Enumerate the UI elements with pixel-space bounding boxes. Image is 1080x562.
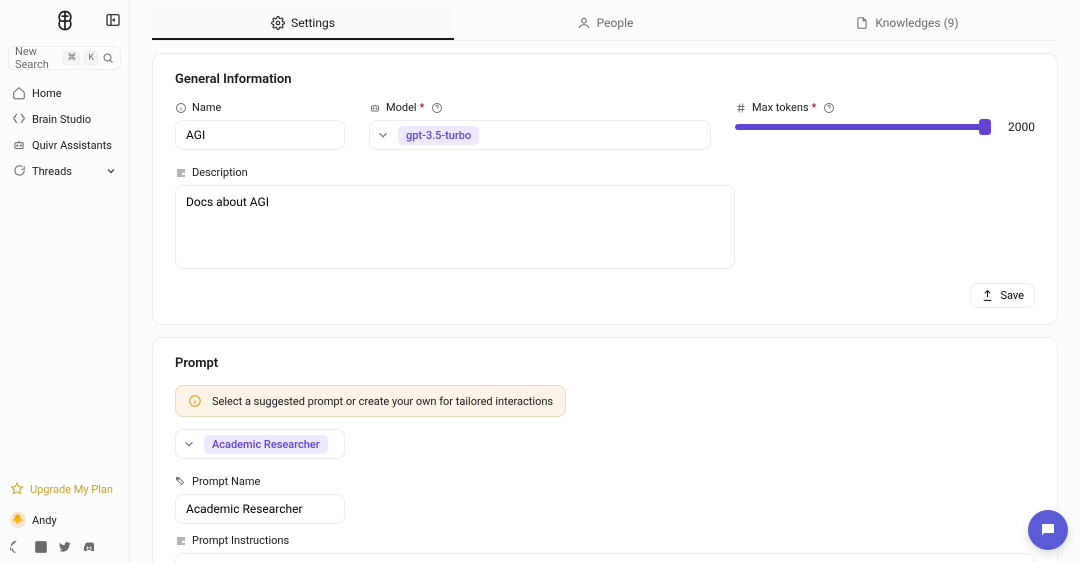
- model-field: Model * gpt-3.5-turbo: [369, 101, 711, 150]
- section-title: Prompt: [175, 356, 1035, 371]
- prompt-instructions-input[interactable]: [175, 553, 1035, 562]
- chat-icon: [12, 164, 26, 178]
- chevron-down-icon: [182, 437, 196, 451]
- user-row[interactable]: 🐥 Andy: [0, 504, 129, 536]
- max-tokens-value: 2000: [995, 120, 1035, 134]
- search-input[interactable]: New Search ⌘ K: [8, 46, 121, 70]
- sidebar-item-label: Brain Studio: [32, 113, 91, 126]
- name-label: Name: [192, 101, 221, 114]
- sidebar-item-quivr-assistants[interactable]: Quivr Assistants: [6, 132, 123, 158]
- name-field: Name: [175, 101, 345, 150]
- description-label: Description: [192, 166, 248, 179]
- sidebar-item-label: Home: [32, 87, 62, 100]
- twitter-link[interactable]: [58, 540, 72, 554]
- upload-icon: [981, 289, 994, 302]
- hash-icon: [735, 102, 747, 114]
- model-select[interactable]: gpt-3.5-turbo: [369, 120, 711, 150]
- github-link[interactable]: [10, 540, 24, 554]
- prompt-template-chip: Academic Researcher: [204, 435, 328, 454]
- tab-knowledges[interactable]: Knowledges (9): [756, 8, 1058, 40]
- sidebar-item-label: Threads: [32, 165, 72, 178]
- robot-icon: [12, 138, 26, 152]
- description-field: Description: [175, 166, 735, 273]
- discord-icon: [82, 540, 96, 554]
- prompt-card: Prompt Select a suggested prompt or crea…: [152, 337, 1058, 562]
- gear-icon: [271, 16, 285, 30]
- tab-label: Knowledges (9): [875, 16, 958, 30]
- shortcut-mod: ⌘: [63, 51, 80, 65]
- chevron-down-icon: [105, 165, 117, 177]
- sidebar-item-brain-studio[interactable]: Brain Studio: [6, 106, 123, 132]
- linkedin-link[interactable]: [34, 540, 48, 554]
- linkedin-icon: [34, 540, 48, 554]
- brain-logo-icon: [51, 8, 79, 36]
- sidebar-item-threads[interactable]: Threads: [6, 158, 123, 184]
- chevron-down-icon: [376, 128, 390, 142]
- sidebar: New Search ⌘ K Home Brain Studio Quivr A…: [0, 0, 130, 562]
- general-information-card: General Information Name Model *: [152, 53, 1058, 325]
- search-icon: [102, 52, 114, 64]
- user-icon: [577, 16, 591, 30]
- main: Settings People Knowledges (9) General I…: [130, 0, 1080, 562]
- avatar: 🐥: [10, 512, 26, 528]
- tab-people[interactable]: People: [454, 8, 756, 40]
- star-icon: [10, 482, 24, 496]
- tab-settings[interactable]: Settings: [152, 8, 454, 40]
- help-circle-icon: [431, 102, 443, 114]
- model-help[interactable]: [431, 102, 443, 114]
- prompt-name-field: Prompt Name: [175, 475, 345, 524]
- prompt-banner: Select a suggested prompt or create your…: [175, 385, 566, 417]
- prompt-name-input[interactable]: [175, 494, 345, 524]
- home-icon: [12, 86, 26, 100]
- discord-link[interactable]: [82, 540, 96, 554]
- sidebar-collapse-button[interactable]: [105, 12, 121, 32]
- search-placeholder: New Search: [15, 45, 59, 71]
- robot-icon: [369, 102, 381, 114]
- sidebar-item-home[interactable]: Home: [6, 80, 123, 106]
- user-name: Andy: [32, 514, 57, 527]
- nav: Home Brain Studio Quivr Assistants Threa…: [0, 80, 129, 184]
- tag-icon: [175, 476, 187, 488]
- banner-text: Select a suggested prompt or create your…: [212, 395, 553, 408]
- prompt-instructions-field: Prompt Instructions: [175, 534, 1035, 562]
- sidebar-footer: Upgrade My Plan 🐥 Andy: [0, 474, 129, 562]
- tabs: Settings People Knowledges (9): [152, 8, 1058, 41]
- name-input[interactable]: [175, 120, 345, 150]
- description-input[interactable]: [175, 185, 735, 269]
- max-tokens-help[interactable]: [823, 102, 835, 114]
- max-tokens-field: Max tokens * 2000: [735, 101, 1035, 134]
- social-links: [0, 536, 129, 562]
- info-icon: [175, 102, 187, 114]
- upgrade-label: Upgrade My Plan: [30, 483, 113, 496]
- chat-widget-launcher[interactable]: [1028, 510, 1068, 550]
- prompt-instructions-label: Prompt Instructions: [192, 534, 289, 547]
- section-title: General Information: [175, 72, 1035, 87]
- prompt-template-select[interactable]: Academic Researcher: [175, 429, 345, 459]
- chat-bubble-icon: [1039, 521, 1057, 539]
- max-tokens-label: Max tokens: [752, 101, 809, 114]
- twitter-icon: [58, 540, 72, 554]
- file-icon: [855, 16, 869, 30]
- save-label: Save: [1000, 289, 1024, 302]
- brain-icon: [12, 112, 26, 126]
- sidebar-item-label: Quivr Assistants: [32, 139, 112, 152]
- upgrade-plan-button[interactable]: Upgrade My Plan: [0, 474, 129, 504]
- paragraph-icon: [175, 167, 187, 179]
- prompt-name-label: Prompt Name: [192, 475, 260, 488]
- model-chip: gpt-3.5-turbo: [398, 126, 479, 145]
- github-icon: [10, 540, 24, 554]
- required-indicator: *: [420, 101, 425, 114]
- tab-label: Settings: [291, 16, 335, 30]
- shortcut-key: K: [84, 51, 98, 65]
- save-button[interactable]: Save: [970, 283, 1035, 308]
- help-circle-icon: [823, 102, 835, 114]
- model-label: Model: [386, 101, 417, 114]
- panel-left-close-icon: [105, 12, 121, 28]
- max-tokens-slider[interactable]: [735, 124, 985, 130]
- paragraph-icon: [175, 535, 187, 547]
- tab-label: People: [597, 16, 634, 30]
- info-icon: [188, 394, 202, 408]
- required-indicator: *: [812, 101, 817, 114]
